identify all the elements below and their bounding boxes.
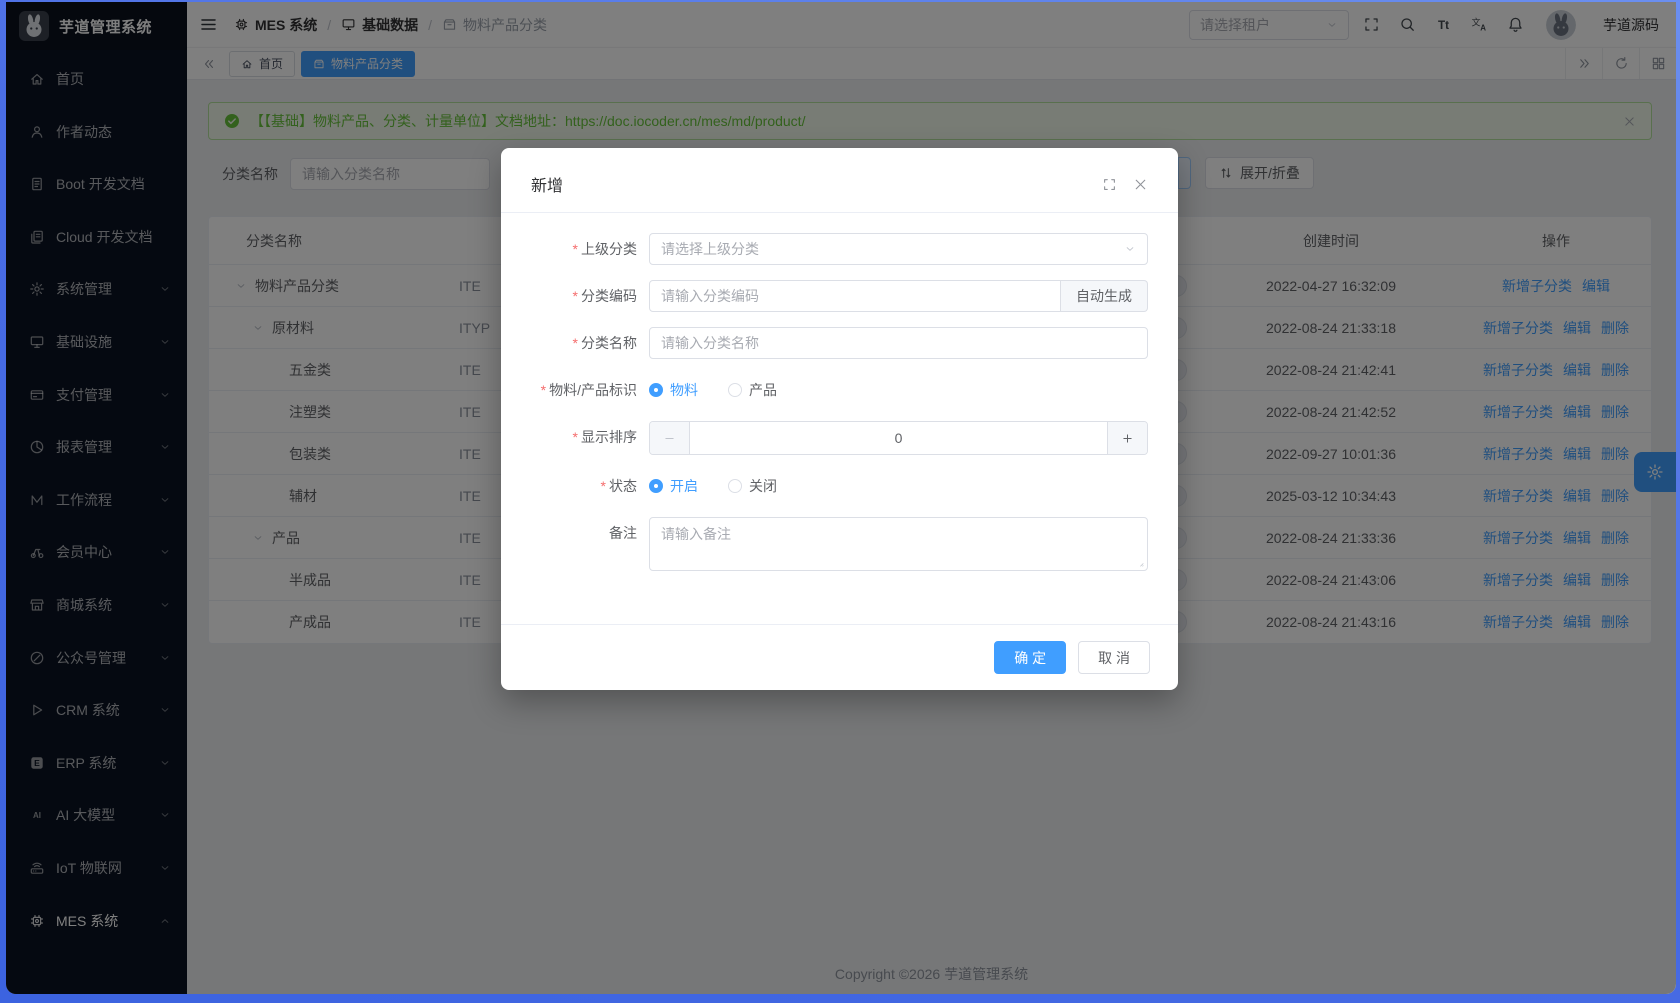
form-row-status: *状态 开启 关闭	[531, 470, 1148, 502]
category-name-input[interactable]	[649, 327, 1148, 359]
minus-icon	[663, 432, 676, 445]
plus-icon	[1121, 432, 1134, 445]
parent-category-select[interactable]: 请选择上级分类	[649, 233, 1148, 265]
category-code-label: *分类编码	[531, 280, 649, 312]
decrease-button[interactable]	[650, 422, 690, 454]
dialog-fullscreen-icon[interactable]	[1102, 177, 1117, 192]
dialog-footer: 确 定 取 消	[501, 624, 1178, 690]
remark-label: 备注	[531, 517, 649, 549]
form-row-type: *物料/产品标识 物料 产品	[531, 374, 1148, 406]
form-row-category-name: *分类名称	[531, 327, 1148, 359]
dialog-form: *上级分类 请选择上级分类 *分类编码 自动生成	[501, 213, 1178, 624]
radio-status-open[interactable]: 开启	[649, 476, 698, 496]
radio-dot-icon	[728, 479, 742, 493]
status-label: *状态	[531, 470, 649, 502]
status-radio-group: 开启 关闭	[649, 470, 1148, 502]
material-product-label: *物料/产品标识	[531, 374, 649, 406]
sort-value[interactable]: 0	[690, 422, 1107, 454]
resize-handle-icon[interactable]	[1135, 558, 1145, 568]
parent-category-label: *上级分类	[531, 233, 649, 265]
radio-status-closed[interactable]: 关闭	[728, 476, 777, 496]
radio-material[interactable]: 物料	[649, 380, 698, 400]
dialog-close-icon[interactable]	[1133, 177, 1148, 192]
parent-category-placeholder: 请选择上级分类	[661, 239, 759, 259]
material-product-radio-group: 物料 产品	[649, 374, 1148, 406]
category-name-label: *分类名称	[531, 327, 649, 359]
category-code-input[interactable]	[649, 280, 1061, 312]
radio-dot-icon	[649, 479, 663, 493]
radio-product[interactable]: 产品	[728, 380, 777, 400]
form-row-sort: *显示排序 0	[531, 421, 1148, 455]
dialog-tools	[1102, 177, 1148, 192]
form-row-parent-category: *上级分类 请选择上级分类	[531, 233, 1148, 265]
form-row-remark: 备注	[531, 517, 1148, 571]
cancel-button[interactable]: 取 消	[1078, 641, 1150, 674]
auto-generate-button[interactable]: 自动生成	[1061, 280, 1148, 312]
radio-dot-icon	[728, 383, 742, 397]
dialog-title: 新增	[531, 172, 563, 196]
form-row-category-code: *分类编码 自动生成	[531, 280, 1148, 312]
radio-dot-icon	[649, 383, 663, 397]
sort-stepper: 0	[649, 421, 1148, 455]
display-sort-label: *显示排序	[531, 421, 649, 453]
increase-button[interactable]	[1107, 422, 1147, 454]
confirm-button[interactable]: 确 定	[994, 641, 1066, 674]
app-window: 芋道管理系统 首页作者动态Boot 开发文档Cloud 开发文档系统管理基础设施…	[6, 2, 1676, 994]
dialog-header: 新增	[501, 148, 1178, 213]
add-category-dialog: 新增 *上级分类 请选择上级分类 *分类编码	[501, 148, 1178, 690]
remark-textarea[interactable]	[649, 517, 1148, 571]
chevron-down-icon	[1124, 243, 1136, 255]
